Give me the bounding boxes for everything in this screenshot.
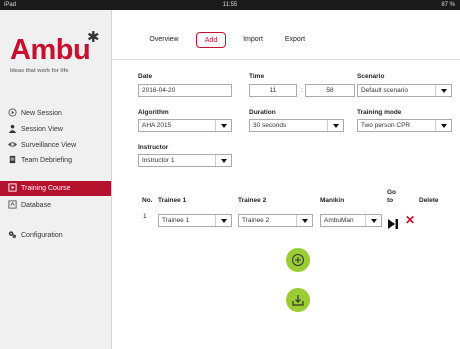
instructor-select[interactable]: Instructor 1	[138, 154, 232, 167]
instructor-label: Instructor	[138, 144, 169, 151]
sidebar-item-label: Training Course	[21, 185, 71, 192]
save-button[interactable]	[286, 288, 310, 312]
sidebar-item-label: Surveillance View	[21, 142, 77, 149]
chevron-down-icon	[365, 215, 382, 226]
play-circle-icon	[8, 108, 17, 118]
sidebar-item-configuration[interactable]: Configuration	[0, 228, 111, 243]
column-header-goto-line2: to	[387, 197, 394, 204]
time-minutes-field[interactable]: 58	[305, 84, 355, 97]
logo-wordmark: Ambu	[10, 34, 91, 66]
trainee1-select[interactable]: Trainee 1	[158, 214, 232, 227]
sidebar-item-surveillance-view[interactable]: Surveillance View	[0, 138, 111, 153]
training-mode-label: Training mode	[357, 109, 402, 116]
sidebar-item-label: Database	[21, 202, 51, 209]
chevron-down-icon	[327, 120, 344, 131]
training-course-icon	[8, 183, 17, 193]
delete-row-button[interactable]: ✕	[405, 213, 415, 227]
date-field[interactable]: 2016-04-20	[138, 84, 232, 97]
sidebar-item-label: Configuration	[21, 232, 63, 239]
duration-label: Duration	[249, 109, 276, 116]
logo-star-icon: ✱	[87, 29, 100, 46]
eye-icon	[8, 140, 17, 150]
sidebar-item-new-session[interactable]: New Session	[0, 106, 111, 121]
chevron-down-icon	[435, 85, 452, 96]
manikin-select[interactable]: AmbuMan	[320, 214, 382, 227]
column-header-goto-line1: Go	[387, 189, 397, 196]
algorithm-value: AHA 2015	[142, 122, 172, 129]
chevron-down-icon	[435, 120, 452, 131]
clipboard-icon	[8, 155, 17, 165]
status-bar: iPad 11:55 87 %	[0, 0, 460, 10]
sidebar: Ambu ✱ Ideas that work for life New Sess…	[0, 10, 112, 349]
person-icon	[8, 124, 17, 134]
main-content: Overview Add Import Export Date 2016-04-…	[112, 10, 460, 349]
column-header-trainee1: Trainee 1	[158, 197, 187, 204]
chevron-down-icon	[215, 120, 232, 131]
column-header-no: No.	[142, 197, 153, 204]
chevron-down-icon	[296, 215, 313, 226]
sidebar-item-database[interactable]: Database	[0, 198, 111, 213]
time-label: Time	[249, 73, 265, 80]
date-label: Date	[138, 73, 153, 80]
manikin-value: AmbuMan	[324, 217, 354, 224]
time-separator: :	[301, 87, 303, 94]
algorithm-select[interactable]: AHA 2015	[138, 119, 232, 132]
chevron-down-icon	[215, 215, 232, 226]
duration-value: 30 seconds	[253, 122, 287, 129]
sidebar-item-session-view[interactable]: Session View	[0, 122, 111, 137]
instructor-value: Instructor 1	[142, 157, 175, 164]
sidebar-item-label: Session View	[21, 126, 63, 133]
add-row-button[interactable]	[286, 248, 310, 272]
scenario-value: Default scenario	[361, 87, 408, 94]
trainee1-value: Trainee 1	[162, 217, 190, 224]
column-header-delete: Delete	[419, 197, 439, 204]
sidebar-item-team-debriefing[interactable]: Team Debriefing	[0, 153, 111, 168]
sidebar-item-training-course[interactable]: Training Course	[0, 181, 111, 196]
logo-tagline: Ideas that work for life	[10, 68, 69, 74]
scenario-label: Scenario	[357, 73, 385, 80]
duration-select[interactable]: 30 seconds	[249, 119, 344, 132]
ambu-logo: Ambu ✱ Ideas that work for life	[7, 30, 105, 80]
plus-circle-icon	[292, 254, 304, 266]
tab-add[interactable]: Add	[196, 32, 226, 48]
tab-overview[interactable]: Overview	[144, 32, 184, 48]
algorithm-label: Algorithm	[138, 109, 169, 116]
database-icon	[8, 200, 17, 210]
scenario-select[interactable]: Default scenario	[357, 84, 452, 97]
gears-icon	[8, 230, 17, 240]
clock: 11:55	[222, 2, 238, 8]
chevron-down-icon	[215, 155, 232, 166]
row-number: 1	[143, 213, 147, 220]
time-hours-field[interactable]: 11	[249, 84, 297, 97]
sidebar-item-label: New Session	[21, 110, 62, 117]
training-mode-value: Two person CPR	[361, 122, 411, 129]
trainee2-select[interactable]: Trainee 2	[238, 214, 313, 227]
tab-import[interactable]: Import	[236, 32, 270, 48]
battery-level: 87 %	[441, 2, 455, 8]
column-header-trainee2: Trainee 2	[238, 197, 267, 204]
close-icon: ✕	[405, 213, 416, 227]
skip-forward-icon	[388, 219, 398, 229]
download-icon	[292, 295, 304, 306]
sidebar-item-label: Team Debriefing	[21, 157, 72, 164]
tab-divider	[112, 59, 460, 60]
column-header-manikin: Manikin	[320, 197, 345, 204]
trainee2-value: Trainee 2	[242, 217, 270, 224]
go-to-session-button[interactable]	[388, 216, 398, 229]
training-mode-select[interactable]: Two person CPR	[357, 119, 452, 132]
tab-export[interactable]: Export	[278, 32, 312, 48]
